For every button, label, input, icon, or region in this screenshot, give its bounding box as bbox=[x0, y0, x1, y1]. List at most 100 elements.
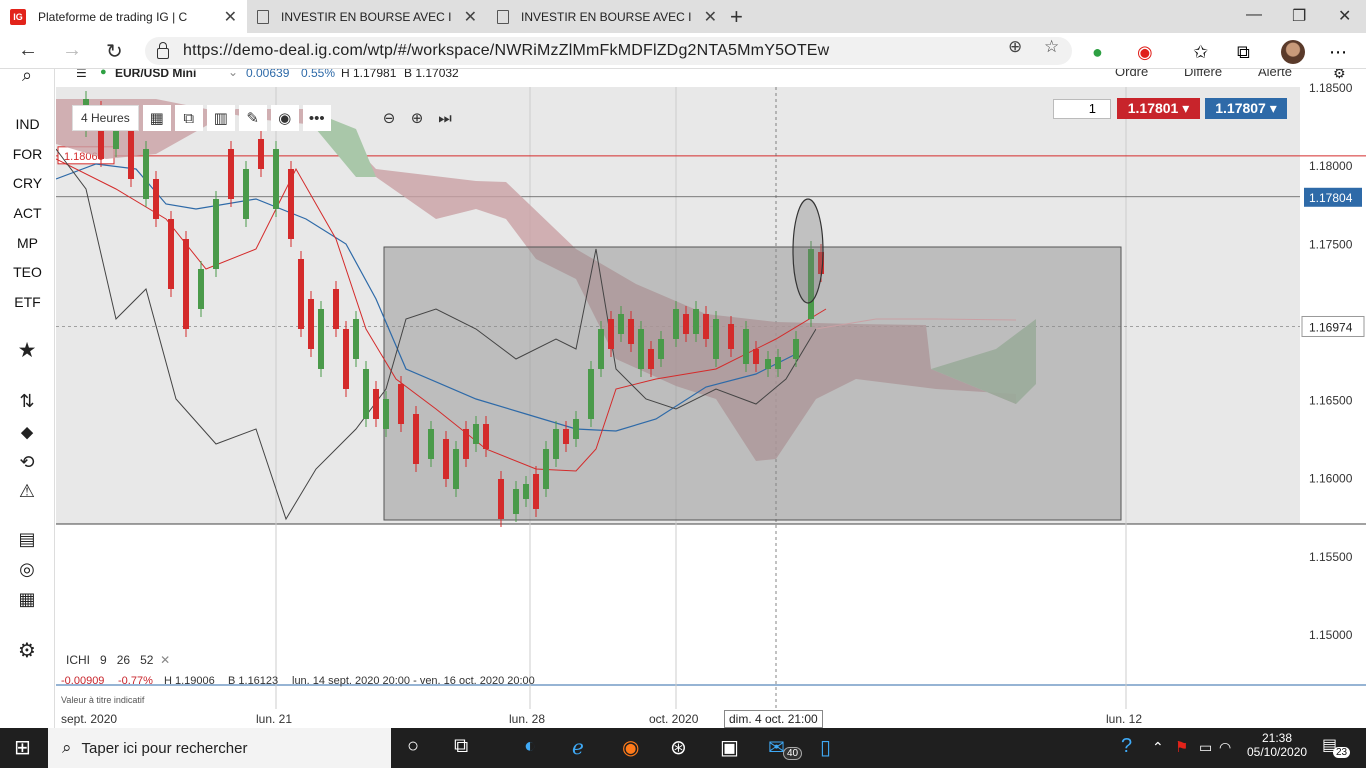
collections-icon[interactable]: ⧉ bbox=[1237, 42, 1250, 63]
zoom-out-icon[interactable]: ⊖ bbox=[376, 105, 402, 131]
mail-icon[interactable]: ✉ bbox=[768, 735, 785, 760]
current-price-label: 1.17804 bbox=[1309, 191, 1353, 205]
more-menu-icon[interactable]: ⋯ bbox=[1329, 42, 1347, 63]
candle-body bbox=[588, 369, 594, 419]
help-icon[interactable]: ? bbox=[1121, 735, 1132, 758]
bar-chart-icon[interactable]: ▥ bbox=[206, 105, 235, 131]
nav-category-ind[interactable]: IND bbox=[0, 116, 55, 132]
more-options-icon[interactable]: ••• bbox=[302, 105, 331, 131]
cortana-icon[interactable]: ○ bbox=[407, 735, 419, 758]
tab-investir-1[interactable]: INVESTIR EN BOURSE AVEC ICHIMOKU ✕ bbox=[247, 0, 487, 33]
zoom-icon[interactable]: ⊕ bbox=[1008, 37, 1022, 57]
system-clock[interactable]: 21:38 05/10/2020 bbox=[1247, 731, 1307, 759]
phone-app-icon[interactable]: ▯ bbox=[820, 735, 831, 760]
new-tab-plus-icon[interactable]: + bbox=[730, 4, 743, 30]
settings-gear-icon[interactable]: ⚙ bbox=[14, 638, 40, 663]
indicative-value-note: Valeur à titre indicatif bbox=[61, 695, 145, 705]
network-icon[interactable]: ◠ bbox=[1219, 739, 1231, 756]
nav-category-teo[interactable]: TEO bbox=[0, 264, 55, 280]
candle-body bbox=[153, 179, 159, 219]
tray-app-icon[interactable]: ⚑ bbox=[1175, 738, 1188, 756]
profile-avatar[interactable] bbox=[1281, 40, 1305, 64]
candle-body bbox=[363, 369, 369, 419]
transfer-arrows-icon[interactable]: ⇅ bbox=[14, 391, 40, 412]
opera-extension-icon[interactable]: ◉ bbox=[1137, 42, 1153, 63]
tab-title: INVESTIR EN BOURSE AVEC ICHIMOKU bbox=[281, 9, 451, 24]
close-icon[interactable]: ✕ bbox=[704, 7, 717, 27]
broadcast-icon[interactable]: ◎ bbox=[14, 559, 40, 580]
document-icon bbox=[497, 9, 509, 24]
tab-ig-platform[interactable]: IG Plateforme de trading IG | CFD ✕ bbox=[0, 0, 247, 33]
nav-category-etf[interactable]: ETF bbox=[0, 294, 55, 310]
buy-button[interactable]: 1.17807 ▾ bbox=[1205, 98, 1287, 119]
timeframe-selector[interactable]: 4 Heures bbox=[72, 105, 139, 131]
nav-category-act[interactable]: ACT bbox=[0, 205, 55, 221]
firefox-icon[interactable]: ◉ bbox=[622, 735, 639, 760]
back-arrow-icon[interactable]: ← bbox=[18, 39, 38, 62]
forward-arrow-icon[interactable]: → bbox=[62, 39, 82, 62]
close-icon[interactable]: ✕ bbox=[224, 7, 237, 27]
market-name[interactable]: EUR/USD Mini bbox=[115, 69, 196, 80]
refresh-icon[interactable]: ↻ bbox=[106, 39, 123, 64]
candle-body bbox=[775, 357, 781, 369]
order-button[interactable]: Ordre bbox=[1115, 69, 1148, 79]
candle-body bbox=[288, 169, 294, 239]
eye-icon[interactable]: ◉ bbox=[270, 105, 299, 131]
nav-category-mp[interactable]: MP bbox=[0, 235, 55, 251]
calculator-icon[interactable]: ▦ bbox=[142, 105, 171, 131]
store-icon[interactable]: ▣ bbox=[720, 735, 739, 760]
skip-to-end-icon[interactable]: ⏭ bbox=[432, 105, 458, 131]
pencil-icon[interactable]: ✎ bbox=[238, 105, 267, 131]
candle-body bbox=[318, 309, 324, 369]
warning-icon[interactable]: ⚠ bbox=[14, 481, 40, 502]
zoom-in-icon[interactable]: ⊕ bbox=[404, 105, 430, 131]
task-view-icon[interactable]: ⧉ bbox=[454, 735, 468, 758]
candle-body bbox=[443, 439, 449, 479]
star-icon[interactable]: ★ bbox=[14, 338, 40, 363]
y-tick-label: 1.16000 bbox=[1309, 472, 1353, 486]
indicator-label[interactable]: ICHI 9 26 52 ✕ bbox=[66, 653, 170, 667]
candle-body bbox=[498, 479, 504, 519]
sell-button[interactable]: 1.17801 ▾ bbox=[1117, 98, 1200, 119]
calendar-icon[interactable]: ▦ bbox=[14, 589, 40, 610]
menu-icon[interactable]: ☰ bbox=[76, 69, 87, 80]
tab-investir-2[interactable]: INVESTIR EN BOURSE AVEC ICHIMOKU ✕ bbox=[487, 0, 727, 33]
candle-body bbox=[143, 149, 149, 199]
period-high: H 1.19006 bbox=[164, 675, 215, 687]
internet-explorer-icon[interactable]: ℯ bbox=[572, 735, 584, 760]
minimize-icon[interactable]: — bbox=[1246, 6, 1262, 24]
history-icon[interactable]: ⟲ bbox=[14, 452, 40, 473]
window-close-icon[interactable]: ✕ bbox=[1338, 6, 1351, 26]
search-icon[interactable]: ⌕ bbox=[14, 65, 40, 86]
settings-icon[interactable]: ⚙ bbox=[1333, 69, 1346, 82]
maximize-icon[interactable]: ❐ bbox=[1292, 6, 1306, 26]
address-bar[interactable]: https://demo-deal.ig.com/wtp/#/workspace… bbox=[145, 37, 1072, 65]
chevron-down-icon[interactable]: ⌄ bbox=[228, 69, 238, 79]
price-chart[interactable]: 1.185001.180001.175001.170001.165001.160… bbox=[56, 69, 1366, 728]
favorites-icon[interactable]: ✩ bbox=[1193, 42, 1208, 63]
chevron-up-icon[interactable]: ⌃ bbox=[1152, 739, 1164, 756]
hp-icon[interactable]: ⊛ bbox=[670, 735, 687, 760]
nav-category-cry[interactable]: CRY bbox=[0, 175, 55, 191]
news-icon[interactable]: ▤ bbox=[14, 529, 40, 550]
taskbar-search[interactable]: ⌕ Taper ici pour rechercher bbox=[48, 728, 391, 768]
candle-body bbox=[383, 399, 389, 429]
tag-icon[interactable]: ⬥ bbox=[14, 422, 40, 443]
search-icon: ⌕ bbox=[62, 738, 72, 757]
close-icon[interactable]: ✕ bbox=[464, 7, 477, 27]
alert-button[interactable]: Alerte bbox=[1258, 69, 1292, 79]
evernote-extension-icon[interactable]: ● bbox=[1092, 42, 1103, 63]
pending-order-button[interactable]: Différé bbox=[1184, 69, 1222, 79]
market-change-pct: 0.55% bbox=[301, 69, 336, 80]
edge-browser-icon[interactable]: ◐ bbox=[524, 735, 536, 758]
battery-icon[interactable]: ▭ bbox=[1199, 739, 1212, 756]
favorite-star-icon[interactable]: ☆ bbox=[1044, 37, 1059, 57]
nav-category-for[interactable]: FOR bbox=[0, 146, 55, 162]
windows-taskbar: ⊞ ⌕ Taper ici pour rechercher ○ ⧉ ◐ ℯ ◉ … bbox=[0, 728, 1366, 768]
layers-icon[interactable]: ⧉ bbox=[174, 105, 203, 131]
remove-indicator-icon[interactable]: ✕ bbox=[160, 653, 170, 667]
url-text[interactable]: https://demo-deal.ig.com/wtp/#/workspace… bbox=[183, 42, 829, 60]
quantity-stepper[interactable]: 1 bbox=[1053, 99, 1111, 119]
windows-start-icon[interactable]: ⊞ bbox=[14, 735, 31, 760]
candle-body bbox=[728, 324, 734, 349]
